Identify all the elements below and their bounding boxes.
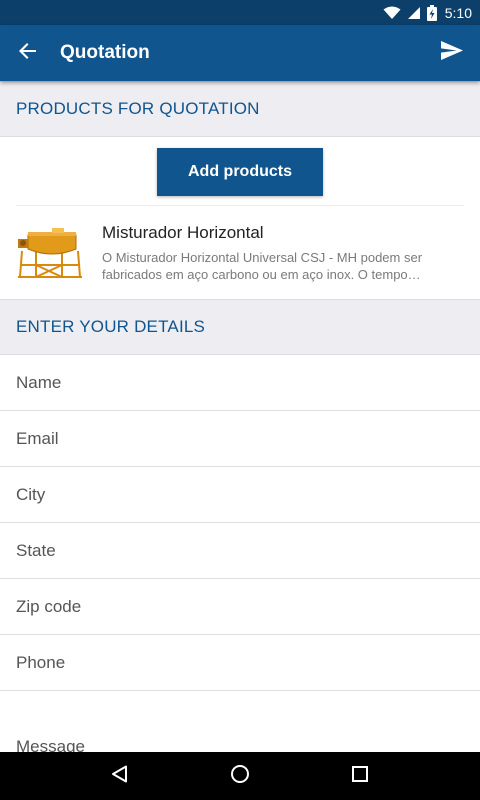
product-description: O Misturador Horizontal Universal CSJ - …: [102, 249, 423, 282]
back-button[interactable]: [0, 25, 56, 81]
city-input[interactable]: [16, 484, 480, 505]
products-section-header: PRODUCTS FOR QUOTATION: [0, 81, 480, 137]
app-bar: Quotation: [0, 25, 480, 81]
nav-recents-icon: [352, 765, 368, 787]
message-input[interactable]: [16, 737, 480, 752]
nav-back-icon: [111, 765, 129, 788]
phone-field-row: [0, 635, 480, 691]
arrow-left-icon: [19, 42, 37, 65]
wifi-icon: [383, 6, 401, 20]
email-input[interactable]: [16, 428, 480, 449]
nav-home-button[interactable]: [216, 752, 264, 800]
nav-home-icon: [230, 764, 250, 789]
product-info: Misturador Horizontal O Misturador Horiz…: [102, 223, 464, 283]
status-bar: 5:10: [0, 0, 480, 25]
add-products-row: Add products: [16, 137, 464, 206]
cell-signal-icon: [407, 6, 421, 20]
status-clock: 5:10: [444, 4, 472, 21]
nav-back-button[interactable]: [96, 752, 144, 800]
state-input[interactable]: [16, 540, 480, 561]
send-button[interactable]: [424, 25, 480, 81]
system-nav-bar: [0, 752, 480, 800]
product-list-item[interactable]: Misturador Horizontal O Misturador Horiz…: [0, 206, 480, 299]
product-name: Misturador Horizontal: [102, 222, 264, 242]
name-input[interactable]: [16, 372, 480, 393]
zip-field-row: [0, 579, 480, 635]
zip-code-input[interactable]: [16, 596, 480, 617]
state-field-row: [0, 523, 480, 579]
send-icon: [441, 41, 463, 65]
email-field-row: [0, 411, 480, 467]
add-products-button[interactable]: Add products: [157, 148, 323, 196]
nav-recents-button[interactable]: [336, 752, 384, 800]
quotation-form: PRODUCTS FOR QUOTATION Add products Mist…: [0, 81, 480, 752]
details-section-header: ENTER YOUR DETAILS: [0, 299, 480, 355]
page-title: Quotation: [60, 42, 150, 63]
name-field-row: [0, 355, 480, 411]
city-field-row: [0, 467, 480, 523]
product-thumbnail: [16, 225, 84, 281]
message-field-row: [0, 691, 480, 752]
phone-input[interactable]: [16, 652, 480, 673]
battery-charging-icon: [426, 4, 437, 21]
